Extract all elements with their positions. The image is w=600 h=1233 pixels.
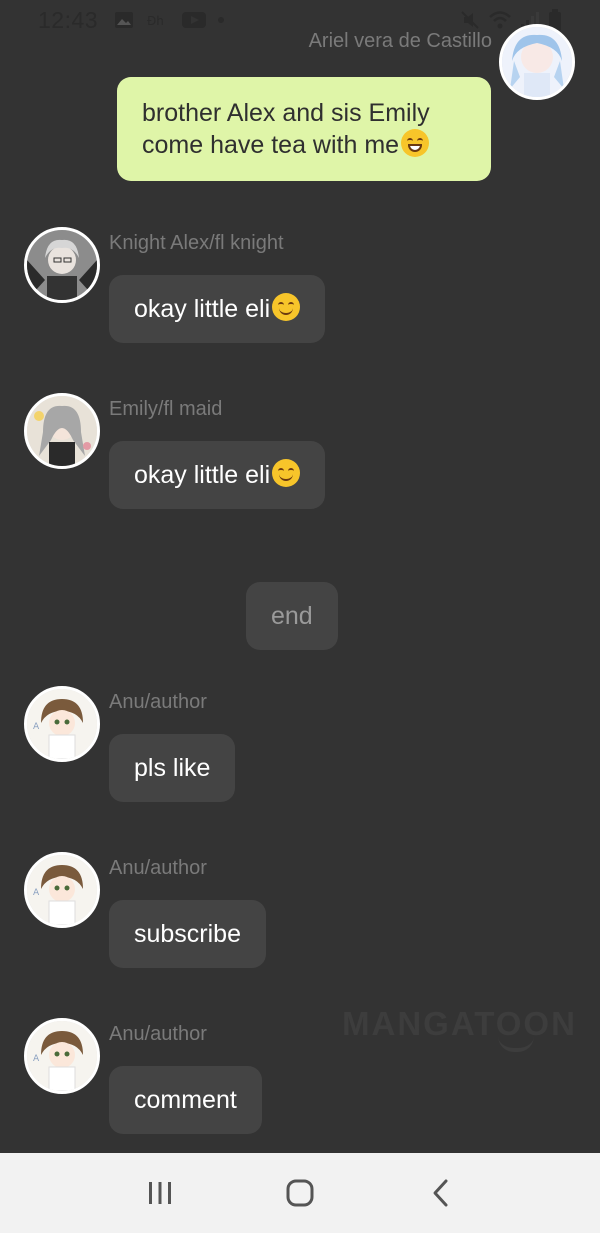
wifi-icon	[489, 11, 511, 29]
system-message-text: end	[271, 602, 313, 630]
message-bubble[interactable]: comment	[109, 1066, 262, 1134]
sender-name: Anu/author	[109, 857, 207, 879]
dot-icon	[218, 17, 225, 23]
message-text: comment	[134, 1086, 237, 1114]
system-message: end	[246, 582, 338, 650]
message-bubble[interactable]: okay little eli	[109, 441, 326, 509]
sender-name: Ariel vera de Castillo	[308, 30, 492, 52]
message-text: brother Alex and sis Emily come have tea…	[142, 99, 430, 159]
recents-icon	[149, 1182, 171, 1204]
watermark-smile-icon	[498, 1036, 534, 1052]
svg-text:A: A	[33, 888, 40, 898]
message-text: subscribe	[134, 920, 241, 948]
home-button[interactable]	[270, 1163, 330, 1223]
sender-name: Knight Alex/fl knight	[109, 232, 284, 254]
sender-name: Emily/fl maid	[109, 398, 223, 420]
message-text: pls like	[134, 754, 211, 782]
youtube-icon	[182, 12, 207, 28]
image-icon	[115, 12, 134, 28]
dh-icon: Ðh	[147, 14, 164, 28]
svg-text:A: A	[33, 1054, 40, 1064]
smile-emoji-icon	[272, 293, 301, 321]
home-icon	[286, 1179, 314, 1207]
avatar[interactable]	[499, 24, 575, 100]
avatar[interactable]	[24, 227, 100, 303]
grin-emoji-icon	[401, 129, 430, 157]
navigation-bar	[0, 1153, 600, 1233]
message-bubble[interactable]: okay little eli	[109, 275, 326, 343]
avatar[interactable]	[24, 393, 100, 469]
sender-name: Anu/author	[109, 691, 207, 713]
status-time: 12:43	[38, 6, 99, 33]
svg-text:Ðh: Ðh	[147, 14, 164, 28]
back-button[interactable]	[410, 1163, 470, 1223]
back-icon	[433, 1179, 448, 1207]
svg-text:A: A	[33, 722, 40, 732]
message-text: okay little eli	[134, 461, 271, 489]
avatar[interactable]: A	[24, 1018, 100, 1094]
message-bubble-mine[interactable]: brother Alex and sis Emily come have tea…	[117, 77, 491, 181]
watermark-logo: MANGATOON	[342, 1005, 577, 1042]
avatar[interactable]: A	[24, 686, 100, 762]
mute-icon	[461, 11, 479, 29]
message-bubble[interactable]: subscribe	[109, 900, 266, 968]
message-text: okay little eli	[134, 295, 271, 323]
message-bubble[interactable]: pls like	[109, 734, 236, 802]
avatar[interactable]: A	[24, 852, 100, 928]
sender-name: Anu/author	[109, 1023, 207, 1045]
recents-button[interactable]	[130, 1163, 190, 1223]
smile-emoji-icon	[272, 459, 301, 487]
